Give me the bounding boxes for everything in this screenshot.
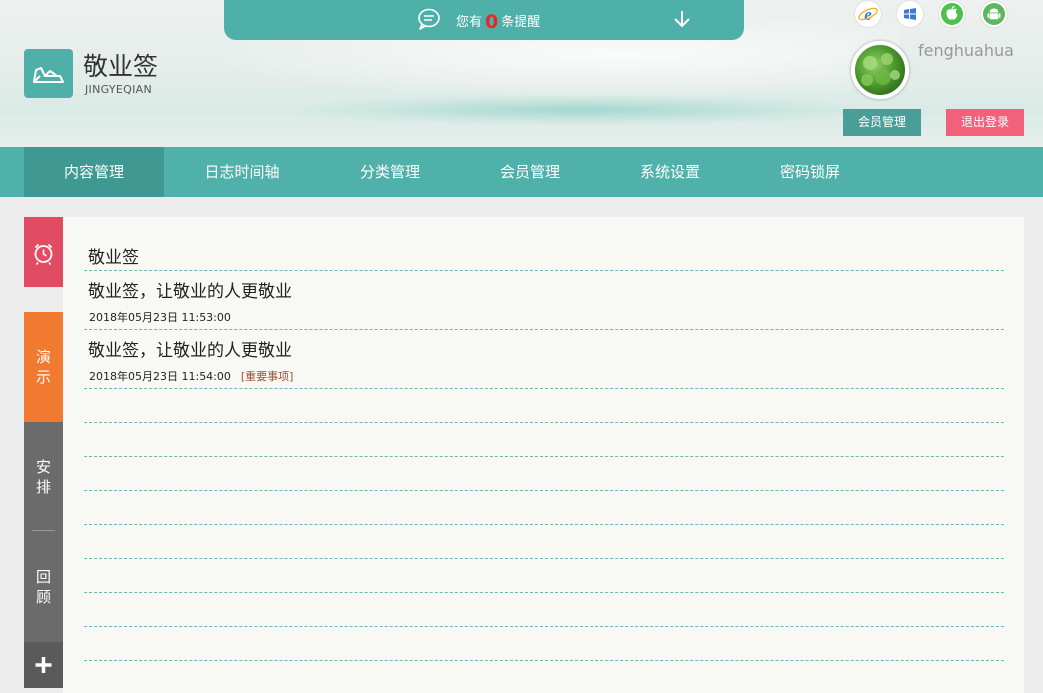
chat-bubble-icon: [418, 8, 440, 30]
nav-log-timeline[interactable]: 日志时间轴: [172, 147, 312, 197]
notes-header: 敬业签: [88, 248, 139, 268]
header-sea: [300, 95, 860, 125]
side-tab-arrange-char-2: 排: [35, 478, 51, 496]
ruled-line: [84, 660, 1004, 661]
windows-icon[interactable]: [897, 1, 923, 27]
alarm-clock-icon: [34, 243, 53, 265]
member-management-button[interactable]: 会员管理: [843, 109, 921, 136]
main-nav: 内容管理 日志时间轴 分类管理 会员管理 系统设置 密码锁屏: [0, 147, 1043, 197]
nav-content-management[interactable]: 内容管理: [24, 147, 164, 197]
username: fenghuahua: [918, 41, 1014, 60]
side-tab-alarm[interactable]: [24, 217, 63, 287]
add-note-button[interactable]: [24, 642, 63, 688]
note-date: 2018年05月23日 11:54:00: [89, 370, 231, 383]
notification-text: 您有 0 条提醒: [456, 11, 540, 33]
ruled-line: [84, 524, 1004, 525]
side-tab-review-char-1: 回: [35, 568, 51, 586]
side-divider: [32, 530, 55, 531]
ruled-line: [84, 626, 1004, 627]
nav-password-lock[interactable]: 密码锁屏: [740, 147, 880, 197]
side-tab-arrange[interactable]: 安 排: [24, 422, 63, 530]
side-tab-demo[interactable]: 演 示: [24, 312, 63, 422]
note-date-row: 2018年05月23日 11:54:00 [重要事项]: [89, 368, 293, 384]
side-tab-review[interactable]: 回 顾: [24, 532, 63, 642]
nav-system-settings[interactable]: 系统设置: [600, 147, 740, 197]
note-date: 2018年05月23日 11:53:00: [89, 311, 231, 324]
logo-subtitle: JINGYEQIAN: [85, 83, 153, 96]
side-tab-demo-char-1: 演: [35, 348, 51, 366]
apple-icon[interactable]: [939, 1, 965, 27]
ruled-line: [84, 490, 1004, 491]
ie-icon[interactable]: e: [855, 1, 881, 27]
note-tag[interactable]: [重要事项]: [241, 370, 294, 383]
notification-count: 0: [485, 11, 499, 33]
notification-prefix: 您有: [456, 15, 483, 30]
nav-member-management[interactable]: 会员管理: [460, 147, 600, 197]
notes-panel: 敬业签 敬业签，让敬业的人更敬业 2018年05月23日 11:53:00 敬业…: [63, 217, 1024, 693]
svg-text:e: e: [864, 5, 872, 24]
logout-button[interactable]: 退出登录: [946, 109, 1024, 136]
ruled-line: [84, 388, 1004, 389]
notification-suffix: 条提醒: [501, 15, 541, 30]
android-icon[interactable]: [981, 1, 1007, 27]
ruled-line: [84, 329, 1004, 330]
notification-bar[interactable]: 您有 0 条提醒: [224, 0, 744, 40]
arrow-down-icon[interactable]: [673, 9, 691, 29]
ruled-line: [84, 270, 1004, 271]
logo-title: 敬业签: [83, 52, 159, 81]
side-tab-demo-char-2: 示: [35, 368, 51, 386]
ruled-line: [84, 422, 1004, 423]
note-title: 敬业签，让敬业的人更敬业: [88, 341, 292, 361]
nav-category-management[interactable]: 分类管理: [320, 147, 460, 197]
plus-icon: [35, 657, 52, 673]
side-tab-arrange-char-1: 安: [35, 458, 51, 476]
logo-icon[interactable]: [24, 49, 73, 98]
ruled-line: [84, 558, 1004, 559]
ruled-line: [84, 456, 1004, 457]
side-tab-review-char-2: 顾: [35, 588, 51, 606]
ruled-line: [84, 592, 1004, 593]
note-title: 敬业签，让敬业的人更敬业: [88, 282, 292, 302]
avatar[interactable]: [851, 41, 909, 99]
side-tab-group: 安 排 回 顾: [24, 422, 63, 642]
